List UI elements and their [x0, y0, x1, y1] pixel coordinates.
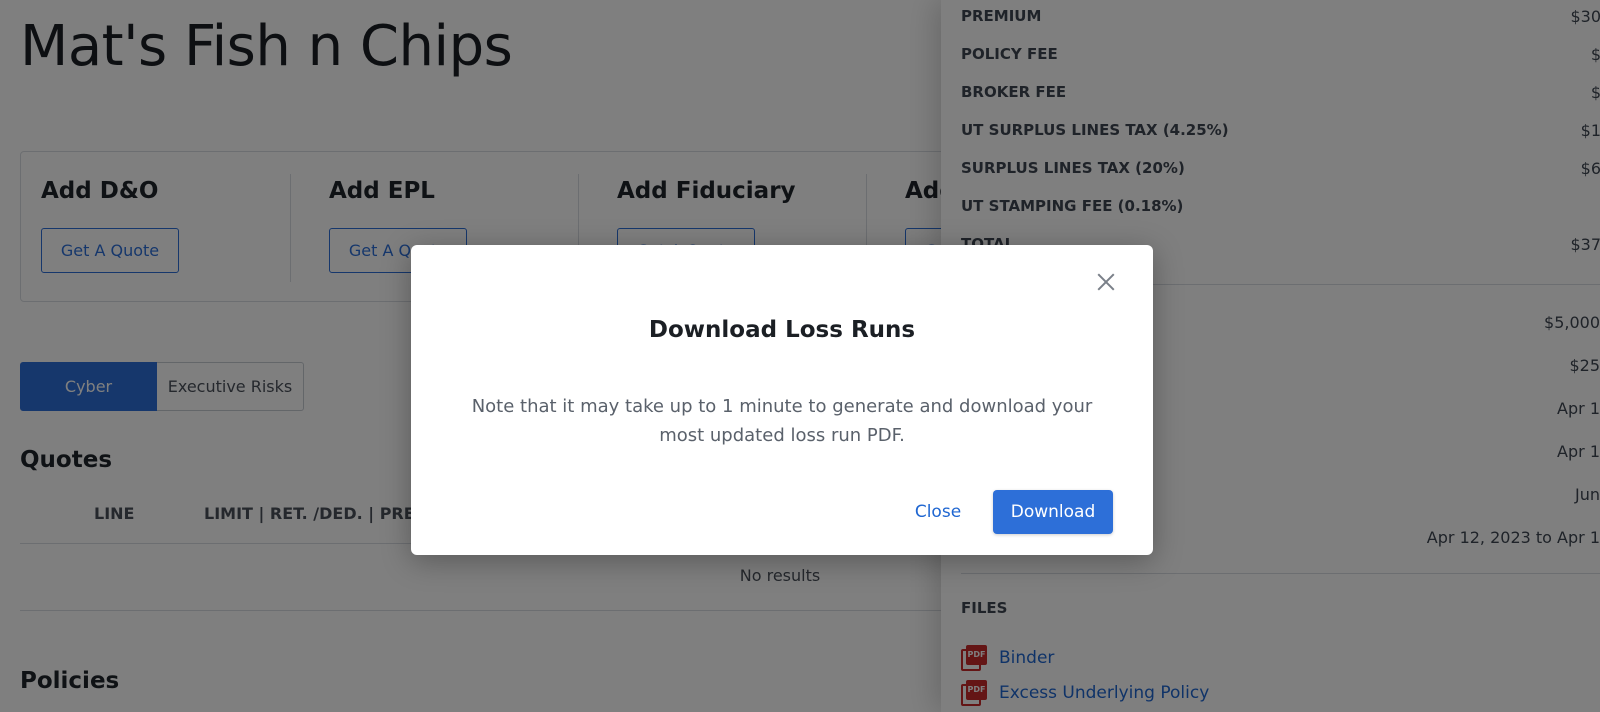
dialog-title: Download Loss Runs: [648, 317, 916, 343]
close-icon[interactable]: [1091, 267, 1121, 297]
dialog-message: Note that it may take up to 1 minute to …: [471, 396, 1093, 446]
download-loss-runs-dialog: Download Loss Runs Note that it may take…: [411, 245, 1153, 555]
download-button[interactable]: Download: [993, 490, 1113, 534]
close-button[interactable]: Close: [901, 492, 975, 532]
